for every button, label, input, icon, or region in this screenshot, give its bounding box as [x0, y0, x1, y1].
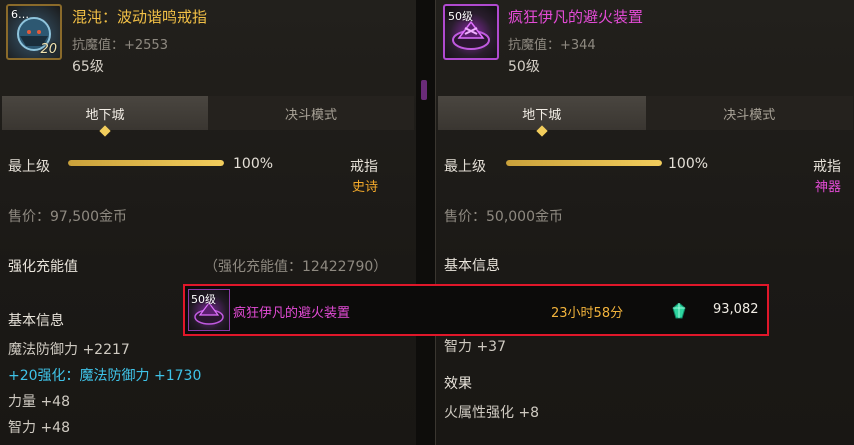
sell-price: 售价：97,500金币	[8, 209, 127, 225]
listing-price: 93,082	[713, 302, 759, 317]
listing-item-icon: 50级	[188, 289, 230, 331]
attr-line-enhance: +20强化：魔法防御力 +1730	[8, 368, 202, 384]
effect-title: 效果	[444, 376, 472, 392]
auction-listing-row[interactable]: 50级 疯狂伊凡的避火装置 23小时58分 93,082	[183, 284, 769, 336]
scrollbar-thumb[interactable]	[421, 80, 427, 100]
icon-level-label: 50级	[448, 10, 473, 23]
icon-enhance-number: 20	[40, 42, 57, 57]
icon-corner-label: 6…	[11, 8, 29, 21]
sell-price: 售价：50,000金币	[444, 209, 563, 225]
item-level: 65级	[72, 59, 104, 75]
item-level: 50级	[508, 59, 540, 75]
listing-time-left: 23小时58分	[551, 306, 624, 321]
panel-divider	[416, 0, 435, 445]
slot-type: 戒指	[813, 159, 841, 175]
attr-line: 力量 +48	[8, 394, 70, 410]
slot-type: 戒指	[350, 159, 378, 175]
magic-resist: 抗魔值：+2553	[72, 38, 168, 53]
green-gem-icon	[672, 303, 686, 319]
right-item-tooltip: 50级 疯狂伊凡的避火装置 抗魔值：+344 50级 地下城 决斗模式 最上级 …	[435, 0, 854, 445]
item-icon: 50级	[443, 4, 499, 60]
item-icon: 6… 20	[6, 4, 62, 60]
grade-label: 最上级	[444, 159, 486, 175]
left-item-tooltip: 6… 20 混沌：波动谐鸣戒指 抗魔值：+2553 65级 地下城 决斗模式 最…	[0, 0, 417, 445]
tab-duel-mode[interactable]: 决斗模式	[645, 96, 853, 130]
rarity: 史诗	[351, 180, 378, 195]
attr-line: 智力 +37	[444, 339, 506, 355]
item-name: 混沌：波动谐鸣戒指	[72, 8, 208, 26]
tab-duel-mode[interactable]: 决斗模式	[208, 96, 414, 130]
listing-level-label: 50级	[191, 293, 216, 306]
charge-title: 强化充能值	[8, 259, 78, 275]
grade-bar-fill	[68, 160, 224, 166]
effect-line: 火属性强化 +8	[444, 405, 540, 421]
grade-bar	[68, 160, 224, 166]
mode-tabs: 地下城 决斗模式	[2, 96, 414, 130]
basic-info-title: 基本信息	[8, 313, 64, 329]
listing-item-name: 疯狂伊凡的避火装置	[233, 306, 351, 321]
grade-percent: 100%	[668, 156, 709, 172]
item-name: 疯狂伊凡的避火装置	[508, 8, 644, 26]
mode-tabs: 地下城 决斗模式	[438, 96, 853, 130]
tab-dungeon[interactable]: 地下城	[438, 96, 646, 130]
basic-info-title: 基本信息	[444, 258, 500, 274]
attr-line: 智力 +48	[8, 420, 70, 436]
grade-bar-fill	[506, 160, 662, 166]
tab-dungeon[interactable]: 地下城	[2, 96, 208, 130]
grade-percent: 100%	[233, 156, 274, 172]
magic-resist: 抗魔值：+344	[508, 38, 596, 53]
grade-label: 最上级	[8, 159, 50, 175]
attr-line: 魔法防御力 +2217	[8, 342, 130, 358]
charge-value: （强化充能值：12422790）	[204, 259, 388, 275]
rarity: 神器	[814, 180, 841, 195]
grade-bar	[506, 160, 662, 166]
